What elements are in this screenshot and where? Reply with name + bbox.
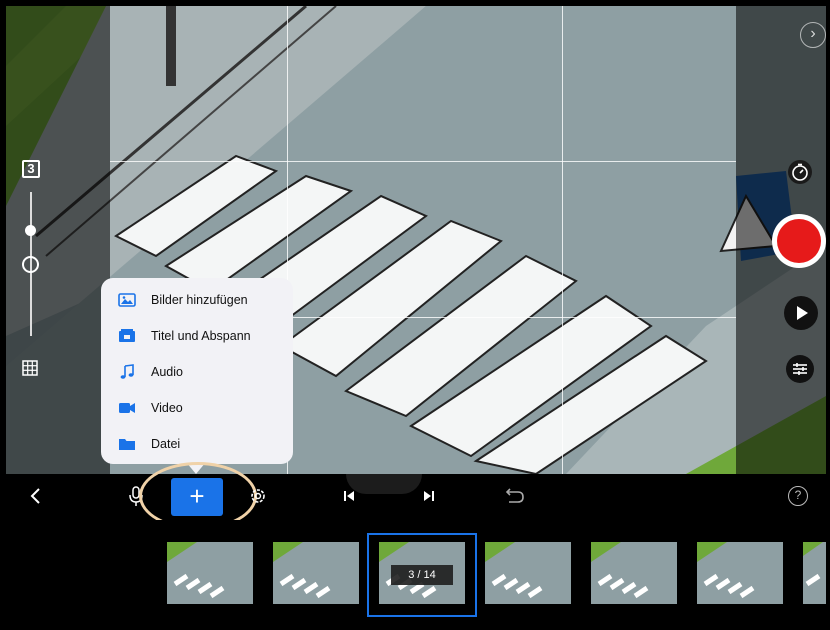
gear-icon xyxy=(251,489,265,503)
grid-line xyxy=(110,161,736,162)
video-camera-icon xyxy=(117,399,137,417)
adjustments-button[interactable] xyxy=(786,355,814,383)
capture-button[interactable] xyxy=(772,214,826,268)
skip-back-icon xyxy=(344,491,354,501)
sliders-icon xyxy=(793,363,807,375)
forward-button[interactable]: › xyxy=(800,22,826,48)
timer-button[interactable] xyxy=(788,160,812,184)
menu-item-label: Datei xyxy=(151,437,181,451)
menu-item-label: Titel und Abspann xyxy=(151,329,251,343)
timer-icon xyxy=(792,163,808,181)
grid-icon xyxy=(22,360,38,376)
settings-button[interactable] xyxy=(248,484,268,508)
menu-item-label: Audio xyxy=(151,365,183,379)
menu-item-label: Video xyxy=(151,401,183,415)
frame-thumbnail[interactable] xyxy=(591,542,677,604)
skip-forward-icon xyxy=(424,491,434,501)
frame-thumbnail[interactable] xyxy=(273,542,359,604)
menu-item-label: Bilder hinzufügen xyxy=(151,293,248,307)
frame-image xyxy=(697,542,783,604)
grid-line xyxy=(562,6,563,474)
frame-image xyxy=(803,542,826,604)
play-button[interactable] xyxy=(784,296,818,330)
grid-toggle-button[interactable] xyxy=(22,360,38,376)
frame-image xyxy=(167,542,253,604)
frame-thumbnail[interactable] xyxy=(697,542,783,604)
frame-image xyxy=(273,542,359,604)
chevron-left-icon xyxy=(30,488,40,504)
folder-icon xyxy=(117,435,137,453)
menu-item-audio[interactable]: Audio xyxy=(101,354,293,390)
slider-handle-bottom[interactable] xyxy=(22,256,39,273)
next-frame-button[interactable] xyxy=(420,486,438,506)
help-button[interactable]: ? xyxy=(788,486,808,506)
previous-frame-button[interactable] xyxy=(340,486,358,506)
back-button[interactable] xyxy=(26,484,46,508)
music-note-icon xyxy=(117,363,137,381)
chevron-right-icon: › xyxy=(810,25,816,42)
undo-button[interactable] xyxy=(502,484,526,508)
record-icon xyxy=(777,219,821,263)
question-icon: ? xyxy=(794,488,802,502)
layers-button[interactable]: 3 xyxy=(22,160,40,178)
title-card-icon xyxy=(117,327,137,345)
frame-counter-badge: 3 / 14 xyxy=(391,565,453,585)
preview-mask-left xyxy=(6,6,110,474)
frame-image xyxy=(485,542,571,604)
menu-item-file[interactable]: Datei xyxy=(101,426,293,462)
menu-item-video[interactable]: Video xyxy=(101,390,293,426)
menu-item-add-images[interactable]: Bilder hinzufügen xyxy=(101,282,293,318)
add-media-menu: Bilder hinzufügen Titel und Abspann Audi… xyxy=(101,278,293,464)
photos-icon xyxy=(117,291,137,309)
menu-item-titles[interactable]: Titel und Abspann xyxy=(101,318,293,354)
play-icon xyxy=(797,306,808,320)
frame-thumbnail[interactable] xyxy=(167,542,253,604)
frame-thumbnail[interactable] xyxy=(485,542,571,604)
plus-icon: + xyxy=(189,481,205,511)
frame-image xyxy=(591,542,677,604)
undo-icon xyxy=(505,488,524,503)
add-media-button[interactable]: + xyxy=(171,478,223,516)
frame-thumbnail[interactable] xyxy=(803,542,826,604)
slider-handle-top[interactable] xyxy=(25,225,36,236)
